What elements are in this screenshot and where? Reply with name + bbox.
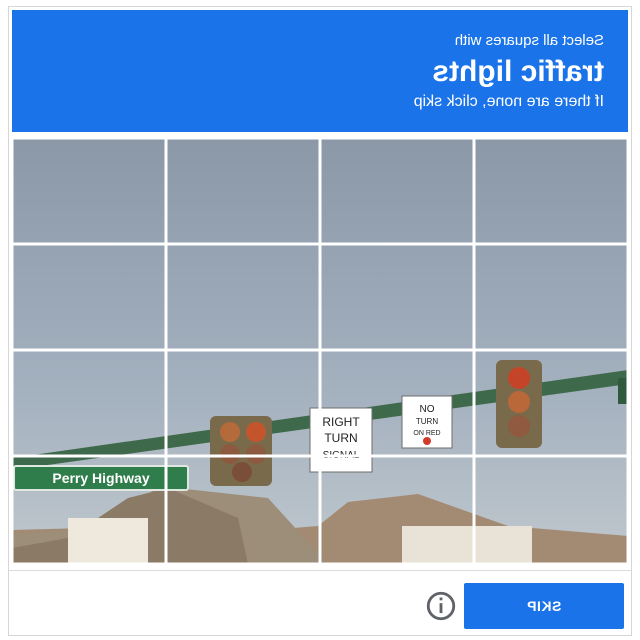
instruction-line-1: Select all squares with: [454, 32, 604, 49]
grid-tile-3[interactable]: [166, 138, 320, 244]
skip-button[interactable]: SKIP: [464, 583, 624, 629]
grid-tile-15[interactable]: [166, 456, 320, 564]
grid-tile-5[interactable]: [474, 244, 628, 350]
challenge-header: Select all squares with traffic lights I…: [12, 10, 628, 132]
instruction-line-3: If there are none, click skip: [413, 93, 604, 110]
grid-tile-13[interactable]: [474, 456, 628, 564]
grid-tile-16[interactable]: [12, 456, 166, 564]
grid-tile-14[interactable]: [320, 456, 474, 564]
image-grid: NO TURN ON RED RIGHT TURN SIGNAL Perry H…: [12, 138, 628, 564]
grid-tile-7[interactable]: [166, 244, 320, 350]
grid-tile-11[interactable]: [166, 350, 320, 456]
grid-tile-2[interactable]: [320, 138, 474, 244]
grid-tile-8[interactable]: [12, 244, 166, 350]
grid-tile-9[interactable]: [474, 350, 628, 456]
info-icon: [426, 591, 456, 621]
grid-tile-6[interactable]: [320, 244, 474, 350]
grid-tile-10[interactable]: [320, 350, 474, 456]
challenge-footer: SKIP: [8, 570, 632, 636]
grid-tile-4[interactable]: [12, 138, 166, 244]
info-button[interactable]: [424, 589, 458, 623]
grid-tile-12[interactable]: [12, 350, 166, 456]
target-object: traffic lights: [432, 55, 604, 88]
grid-tile-1[interactable]: [474, 138, 628, 244]
skip-label: SKIP: [526, 598, 562, 614]
